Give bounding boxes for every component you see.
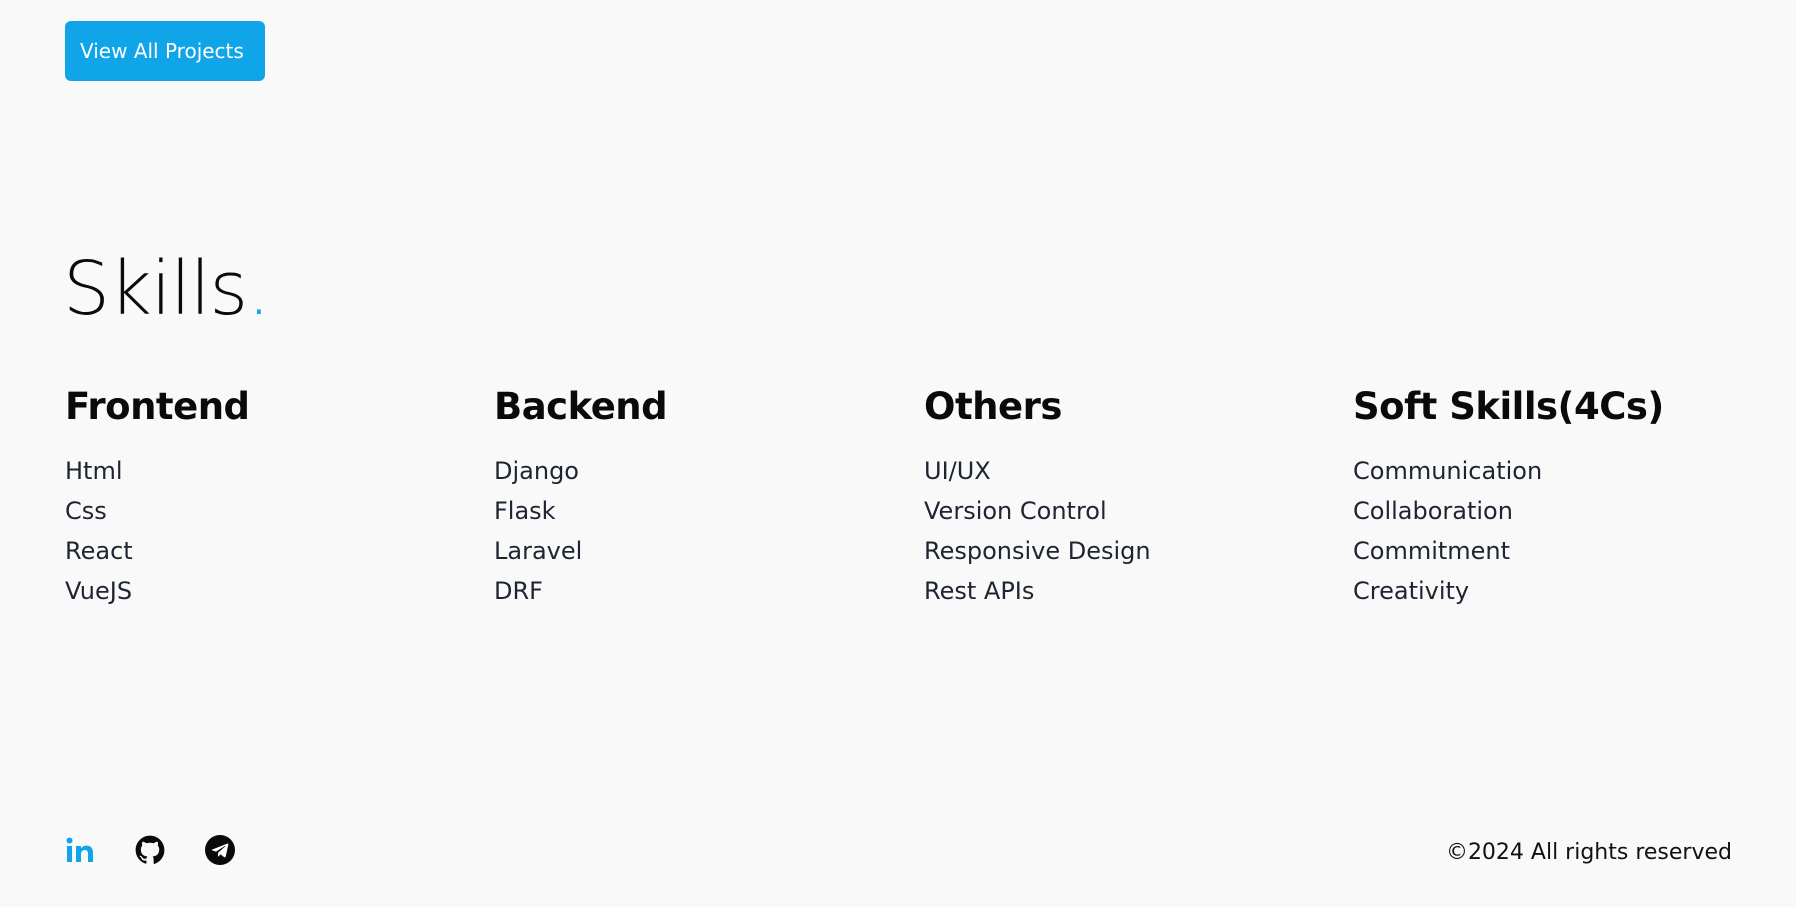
skill-item: Html — [65, 457, 123, 485]
skills-column-soft-skills: Soft Skills(4Cs) Communication Collabora… — [1353, 385, 1753, 611]
skill-item: Communication — [1353, 457, 1543, 485]
page: View All Projects Skills. Frontend Html … — [0, 0, 1796, 907]
skill-item: Css — [65, 497, 107, 525]
skill-item: React — [65, 537, 133, 565]
skill-item: Laravel — [494, 537, 583, 565]
skills-list-others: UI/UX Version Control Responsive Design … — [924, 451, 1324, 611]
skills-heading-frontend: Frontend — [65, 385, 250, 428]
telegram-icon-graphic — [205, 835, 235, 865]
skills-title-dot: . — [247, 246, 271, 332]
skills-list-soft-skills: Communication Collaboration Commitment C… — [1353, 451, 1753, 611]
skills-title: Skills. — [63, 252, 271, 326]
skill-item: Collaboration — [1353, 497, 1513, 525]
skills-list-frontend: Html Css React VueJS — [65, 451, 465, 611]
skill-item: Django — [494, 457, 579, 485]
copyright-text: ©2024 All rights reserved — [1445, 840, 1732, 865]
skill-item: Rest APIs — [924, 577, 1035, 605]
skill-item: Version Control — [924, 497, 1107, 525]
github-icon-graphic — [135, 835, 165, 864]
skill-item: Responsive Design — [924, 537, 1151, 565]
skill-item: UI/UX — [924, 457, 991, 485]
skills-list-backend: Django Flask Laravel DRF — [494, 451, 894, 611]
linkedin-icon-graphic — [66, 837, 93, 862]
skills-heading-soft-skills: Soft Skills(4Cs) — [1353, 385, 1664, 428]
skills-title-text: Skills — [63, 246, 248, 332]
social-links — [65, 835, 235, 865]
skill-item: Commitment — [1353, 537, 1511, 565]
skills-column-others: Others UI/UX Version Control Responsive … — [924, 385, 1324, 611]
github-icon[interactable] — [135, 835, 165, 865]
skills-heading-others: Others — [924, 385, 1062, 428]
skill-item: Flask — [494, 497, 556, 525]
skills-heading-backend: Backend — [494, 385, 668, 428]
skill-item: DRF — [494, 577, 543, 605]
skill-item: Creativity — [1353, 577, 1470, 605]
view-all-projects-button[interactable]: View All Projects — [65, 21, 265, 81]
skill-item: VueJS — [65, 577, 133, 605]
telegram-icon[interactable] — [205, 835, 235, 865]
skills-column-backend: Backend Django Flask Laravel DRF — [494, 385, 894, 611]
skills-column-frontend: Frontend Html Css React VueJS — [65, 385, 465, 611]
linkedin-icon[interactable] — [65, 835, 95, 865]
